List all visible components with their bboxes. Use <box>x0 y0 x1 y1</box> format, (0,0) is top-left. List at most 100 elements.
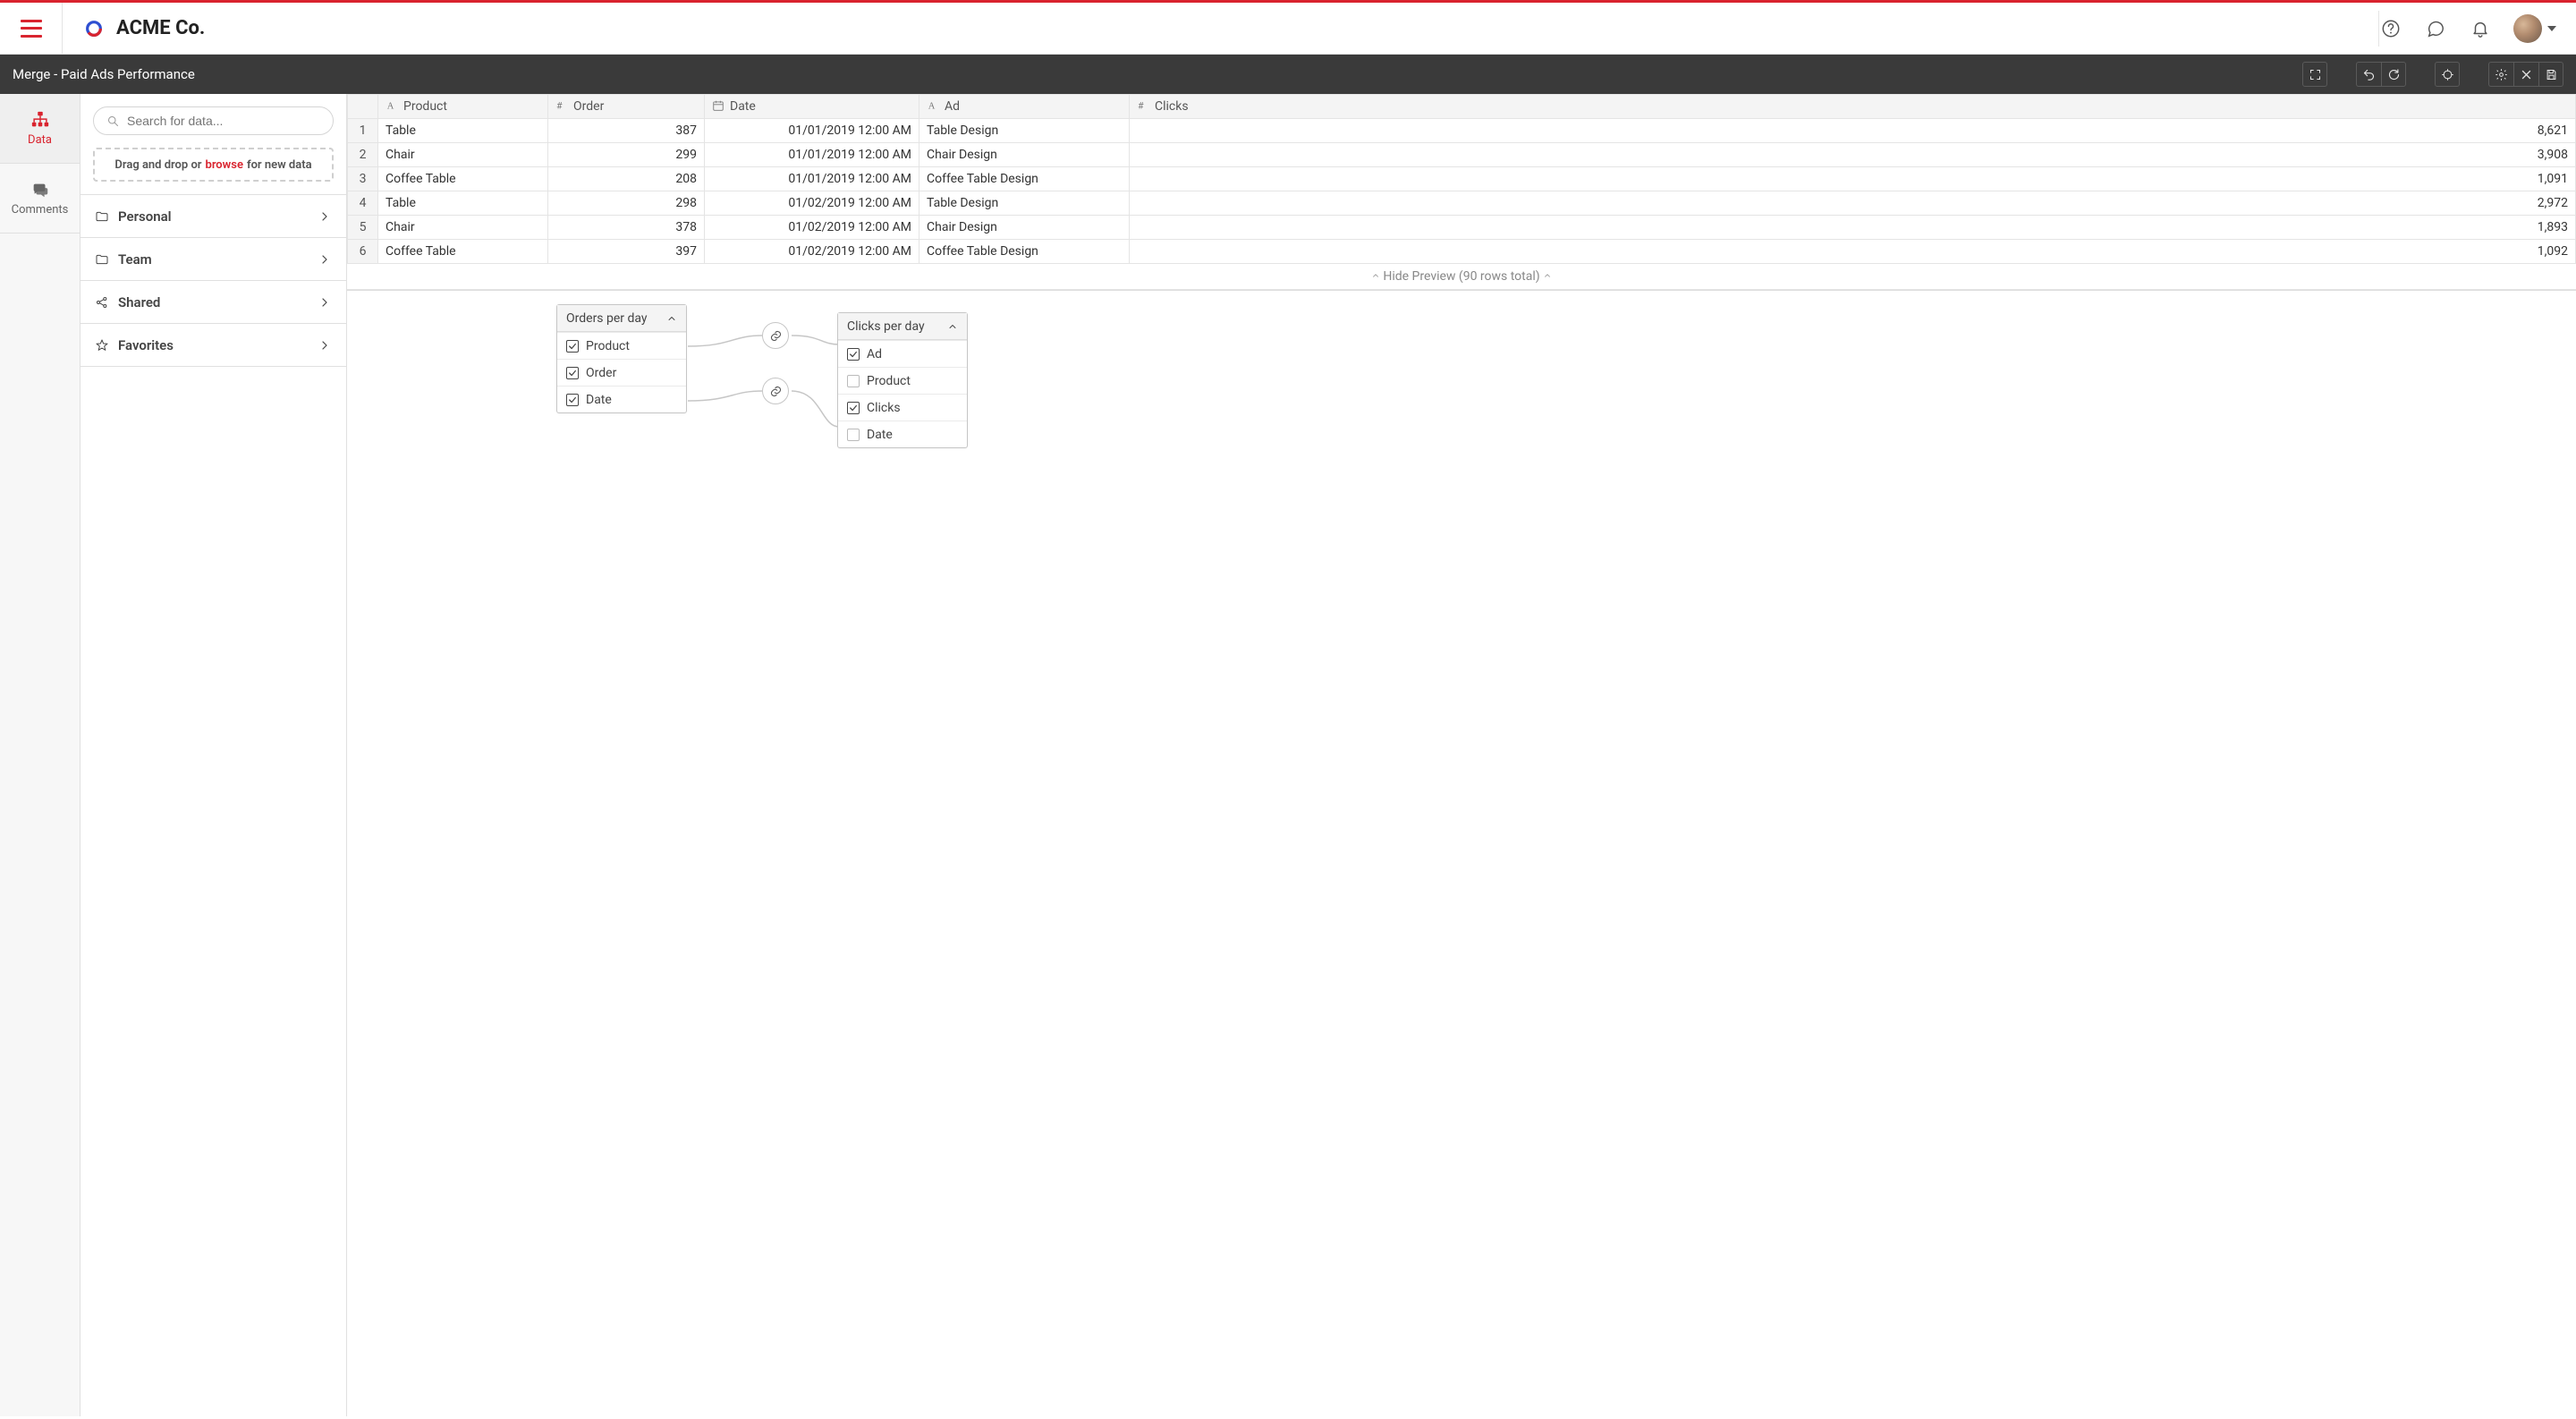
cell-ad: Coffee Table Design <box>919 240 1130 264</box>
row-number: 5 <box>348 216 378 240</box>
search-input[interactable] <box>127 114 320 128</box>
link-icon <box>769 329 783 343</box>
folder-team[interactable]: Team <box>80 238 346 281</box>
node-title: Clicks per day <box>847 319 925 334</box>
cell-product: Chair <box>378 143 548 167</box>
brand: ACME Co. <box>63 17 205 39</box>
data-dropzone[interactable]: Drag and drop or browse for new data <box>93 148 334 182</box>
cell-order: 378 <box>548 216 705 240</box>
sidebar: Drag and drop or browse for new data Per… <box>80 94 347 1416</box>
node-header[interactable]: Orders per day <box>557 305 686 332</box>
checkbox-checked-icon <box>847 348 860 361</box>
search-icon <box>106 115 120 128</box>
rail-item-data[interactable]: Data <box>0 94 80 164</box>
fullscreen-button[interactable] <box>2302 62 2327 87</box>
join-link-badge[interactable] <box>762 322 789 349</box>
table-row[interactable]: 6Coffee Table39701/02/2019 12:00 AMCoffe… <box>348 240 2576 264</box>
column-header-date[interactable]: Date <box>705 95 919 119</box>
text-type-icon <box>386 99 398 112</box>
table-row[interactable]: 2Chair29901/01/2019 12:00 AMChair Design… <box>348 143 2576 167</box>
target-icon <box>2441 68 2454 81</box>
column-header-clicks[interactable]: Clicks <box>1130 95 2576 119</box>
hamburger-menu-button[interactable] <box>0 3 63 55</box>
search-box[interactable] <box>93 106 334 135</box>
row-number: 2 <box>348 143 378 167</box>
field-date[interactable]: Date <box>557 386 686 412</box>
canvas: Product Order Date Ad Clicks 1Table38701… <box>347 94 2576 1416</box>
cell-product: Chair <box>378 216 548 240</box>
cell-date: 01/02/2019 12:00 AM <box>705 240 919 264</box>
date-type-icon <box>712 99 724 112</box>
brand-logo-icon <box>84 19 104 38</box>
chat-button[interactable] <box>2424 17 2447 40</box>
row-number: 3 <box>348 167 378 191</box>
document-title: Merge - Paid Ads Performance <box>13 66 195 82</box>
merge-diagram[interactable]: Orders per day Product Order Date Clicks… <box>347 291 2576 1416</box>
checkbox-unchecked-icon <box>847 375 860 387</box>
browse-link[interactable]: browse <box>206 158 243 172</box>
cell-ad: Chair Design <box>919 143 1130 167</box>
notifications-button[interactable] <box>2469 17 2492 40</box>
folder-favorites[interactable]: Favorites <box>80 324 346 367</box>
cell-ad: Table Design <box>919 191 1130 216</box>
cell-ad: Coffee Table Design <box>919 167 1130 191</box>
checkbox-checked-icon <box>566 367 579 379</box>
field-product[interactable]: Product <box>557 332 686 359</box>
table-row[interactable]: 3Coffee Table20801/01/2019 12:00 AMCoffe… <box>348 167 2576 191</box>
save-icon <box>2545 68 2558 81</box>
refresh-button[interactable] <box>2381 62 2406 87</box>
chat-icon <box>2426 19 2445 38</box>
field-order[interactable]: Order <box>557 359 686 386</box>
cell-date: 01/02/2019 12:00 AM <box>705 216 919 240</box>
column-header-ad[interactable]: Ad <box>919 95 1130 119</box>
field-ad[interactable]: Ad <box>838 340 967 367</box>
table-row[interactable]: 1Table38701/01/2019 12:00 AMTable Design… <box>348 119 2576 143</box>
topbar-actions <box>2379 14 2576 43</box>
undo-icon <box>2362 68 2376 81</box>
save-button[interactable] <box>2538 62 2563 87</box>
user-menu-button[interactable] <box>2513 14 2556 43</box>
merge-node-clicks[interactable]: Clicks per day Ad Product Clicks Date <box>837 312 968 448</box>
refresh-icon <box>2387 68 2401 81</box>
settings-button[interactable] <box>2488 62 2513 87</box>
undo-button[interactable] <box>2356 62 2381 87</box>
table-row[interactable]: 4Table29801/02/2019 12:00 AMTable Design… <box>348 191 2576 216</box>
chevron-right-icon <box>318 338 332 353</box>
share-icon <box>95 295 109 310</box>
cell-clicks: 1,092 <box>1130 240 2576 264</box>
help-button[interactable] <box>2379 17 2402 40</box>
folder-label: Favorites <box>118 337 174 353</box>
field-date[interactable]: Date <box>838 421 967 447</box>
column-header-product[interactable]: Product <box>378 95 548 119</box>
recenter-button[interactable] <box>2435 62 2460 87</box>
node-header[interactable]: Clicks per day <box>838 313 967 340</box>
rail-item-label: Data <box>28 133 52 147</box>
folder-personal[interactable]: Personal <box>80 195 346 238</box>
hide-preview-toggle[interactable]: Hide Preview (90 rows total) <box>347 264 2576 290</box>
cell-date: 01/01/2019 12:00 AM <box>705 167 919 191</box>
rail-item-comments[interactable]: Comments <box>0 164 80 234</box>
cell-clicks: 2,972 <box>1130 191 2576 216</box>
field-clicks[interactable]: Clicks <box>838 394 967 421</box>
cell-product: Table <box>378 119 548 143</box>
star-icon <box>95 338 109 353</box>
table-row[interactable]: 5Chair37801/02/2019 12:00 AMChair Design… <box>348 216 2576 240</box>
cell-order: 298 <box>548 191 705 216</box>
cell-order: 299 <box>548 143 705 167</box>
close-button[interactable] <box>2513 62 2538 87</box>
dropzone-text-pre: Drag and drop or <box>114 158 201 172</box>
chevron-up-icon <box>1371 271 1380 280</box>
text-type-icon <box>927 99 939 112</box>
field-product[interactable]: Product <box>838 367 967 394</box>
merge-node-orders[interactable]: Orders per day Product Order Date <box>556 304 687 413</box>
checkbox-checked-icon <box>566 394 579 406</box>
dropzone-text-post: for new data <box>247 158 312 172</box>
avatar <box>2513 14 2542 43</box>
column-header-order[interactable]: Order <box>548 95 705 119</box>
titlebar: Merge - Paid Ads Performance <box>0 55 2576 94</box>
cell-clicks: 3,908 <box>1130 143 2576 167</box>
cell-ad: Table Design <box>919 119 1130 143</box>
join-link-badge[interactable] <box>762 378 789 404</box>
folder-shared[interactable]: Shared <box>80 281 346 324</box>
row-number: 6 <box>348 240 378 264</box>
